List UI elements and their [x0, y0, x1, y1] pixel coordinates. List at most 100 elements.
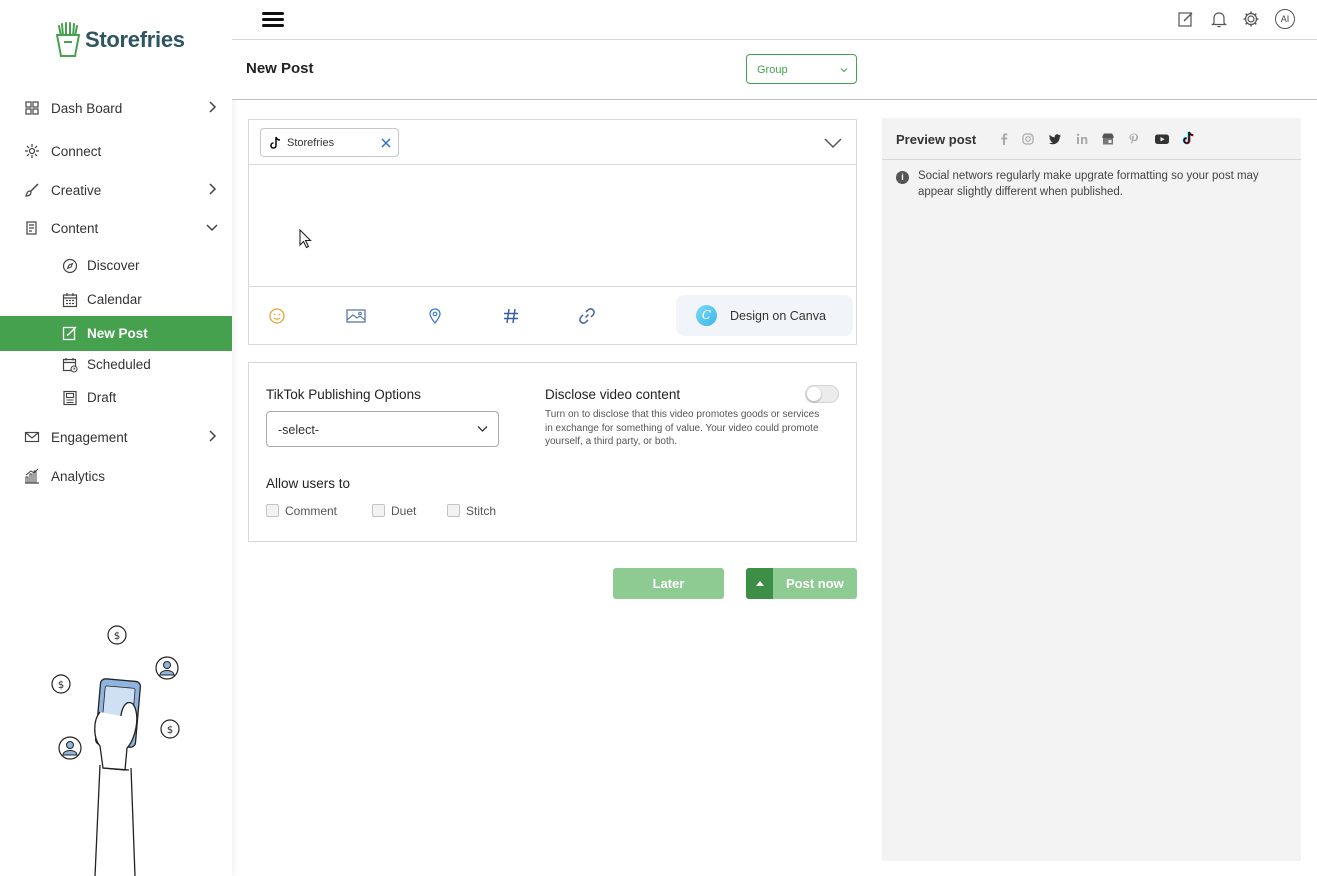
instagram-icon[interactable]	[1021, 132, 1035, 146]
canva-icon: C	[696, 305, 717, 326]
page-header: New Post Group	[232, 40, 1317, 100]
checkbox-box[interactable]	[266, 504, 279, 517]
toggle-knob	[807, 387, 821, 401]
chevron-down-icon	[206, 224, 218, 232]
later-button[interactable]: Later	[613, 568, 724, 599]
chevron-down-icon[interactable]	[824, 137, 842, 149]
chevron-right-icon	[209, 183, 217, 195]
account-selector[interactable]: Storefries	[249, 120, 856, 165]
sidebar-item-label: Creative	[51, 182, 102, 198]
youtube-icon[interactable]	[1154, 132, 1170, 146]
edit-icon	[62, 326, 77, 341]
publishing-options-title: TikTok Publishing Options	[266, 387, 421, 402]
phone-illustration: $ $ $	[51, 625, 180, 876]
linkedin-icon[interactable]	[1075, 132, 1089, 146]
image-icon[interactable]	[346, 307, 366, 325]
svg-text:$: $	[58, 680, 64, 691]
sidebar-item-connect[interactable]: Connect	[0, 135, 232, 167]
mail-icon	[24, 431, 40, 443]
preview-note: Social networs regularly make upgrate fo…	[918, 170, 1259, 198]
checkbox-label: Duet	[391, 504, 417, 518]
checkbox-label: Stitch	[466, 504, 497, 518]
compose-icon[interactable]	[1178, 11, 1194, 27]
sidebar-item-label: Engagement	[51, 429, 128, 445]
user-avatar[interactable]: AI	[1275, 9, 1295, 29]
publishing-select-value: -select-	[278, 423, 319, 437]
sidebar: Storefries Dash Board Connect Creative C…	[0, 0, 232, 876]
sidebar-item-new-post[interactable]: New Post	[0, 316, 232, 351]
post-now-label: Post now	[786, 576, 844, 591]
checkbox-label: Comment	[285, 504, 338, 518]
brush-icon	[25, 183, 39, 197]
post-editor: Storefries C Design on Canva	[248, 119, 857, 345]
group-select[interactable]: Group	[746, 54, 857, 84]
brand-name: Storefries	[85, 27, 185, 52]
preview-panel: Preview post i Social networs regularly …	[882, 118, 1301, 861]
sidebar-item-draft[interactable]: Draft	[0, 382, 232, 414]
sidebar-item-label: Connect	[51, 143, 102, 159]
analytics-icon	[25, 468, 39, 484]
brand-logo[interactable]: Storefries	[55, 22, 185, 58]
pinterest-icon[interactable]	[1127, 132, 1141, 146]
fries-logo-icon	[55, 22, 81, 57]
connect-icon	[25, 144, 39, 158]
publishing-select[interactable]: -select-	[266, 411, 499, 447]
chevron-down-icon	[477, 426, 488, 432]
tiktok-options-panel: TikTok Publishing Options -select- Discl…	[248, 362, 857, 542]
sidebar-item-analytics[interactable]: Analytics	[0, 460, 232, 492]
info-icon: i	[896, 171, 909, 184]
hamburger-menu-icon[interactable]	[262, 11, 284, 28]
facebook-icon[interactable]	[997, 132, 1011, 146]
twitter-icon[interactable]	[1048, 132, 1062, 146]
sidebar-item-content[interactable]: Content	[0, 212, 232, 244]
group-select-value: Group	[757, 64, 788, 76]
disclose-toggle[interactable]	[805, 385, 839, 403]
checkbox-box[interactable]	[447, 504, 460, 517]
account-chip[interactable]: Storefries	[260, 128, 399, 157]
tiktok-icon[interactable]	[1181, 131, 1195, 145]
disclose-title: Disclose video content	[545, 387, 681, 402]
preview-title: Preview post	[896, 132, 977, 147]
sidebar-item-label: Scheduled	[87, 357, 151, 372]
dashboard-icon	[25, 101, 39, 115]
hashtag-icon[interactable]	[502, 307, 520, 325]
sidebar-item-calendar[interactable]: Calendar	[0, 284, 232, 316]
emoji-icon[interactable]	[268, 307, 286, 325]
sidebar-item-label: Calendar	[87, 292, 142, 307]
sidebar-item-scheduled[interactable]: Scheduled	[0, 349, 232, 381]
sidebar-item-label: Content	[51, 220, 99, 236]
top-bar: AI	[232, 0, 1317, 40]
post-text-input[interactable]	[249, 166, 856, 287]
chevron-down-icon	[840, 68, 848, 73]
post-now-button[interactable]: Post now	[746, 568, 857, 599]
sidebar-item-discover[interactable]: Discover	[0, 250, 232, 282]
chevron-right-icon	[209, 101, 217, 113]
page-title: New Post	[246, 60, 314, 77]
chevron-right-icon	[209, 430, 217, 442]
sidebar-item-dashboard[interactable]: Dash Board	[0, 92, 232, 124]
post-options-caret-icon[interactable]	[746, 568, 773, 599]
sidebar-item-label: Analytics	[51, 468, 106, 484]
google-business-icon[interactable]	[1101, 132, 1115, 146]
checkbox-box[interactable]	[372, 504, 385, 517]
calendar-icon	[62, 293, 78, 308]
draft-icon	[63, 390, 77, 406]
design-on-canva-button[interactable]: C Design on Canva	[676, 295, 853, 336]
sidebar-item-label: Dash Board	[51, 100, 123, 116]
sidebar-item-label: New Post	[87, 326, 148, 341]
scheduled-icon	[62, 358, 78, 373]
close-icon[interactable]	[380, 137, 392, 149]
sidebar-item-label: Draft	[87, 390, 117, 405]
svg-text:$: $	[114, 631, 120, 642]
allow-users-title: Allow users to	[266, 476, 351, 491]
account-chip-label: Storefries	[287, 137, 335, 149]
location-pin-icon[interactable]	[426, 307, 444, 325]
bell-icon[interactable]	[1211, 10, 1227, 28]
sidebar-item-label: Discover	[87, 258, 140, 273]
sidebar-item-engagement[interactable]: Engagement	[0, 421, 232, 453]
disclose-description: Turn on to disclose that this video prom…	[545, 409, 820, 447]
settings-gear-icon[interactable]	[1242, 10, 1260, 28]
sidebar-item-creative[interactable]: Creative	[0, 174, 232, 206]
link-icon[interactable]	[578, 307, 596, 325]
compass-icon	[62, 258, 78, 274]
